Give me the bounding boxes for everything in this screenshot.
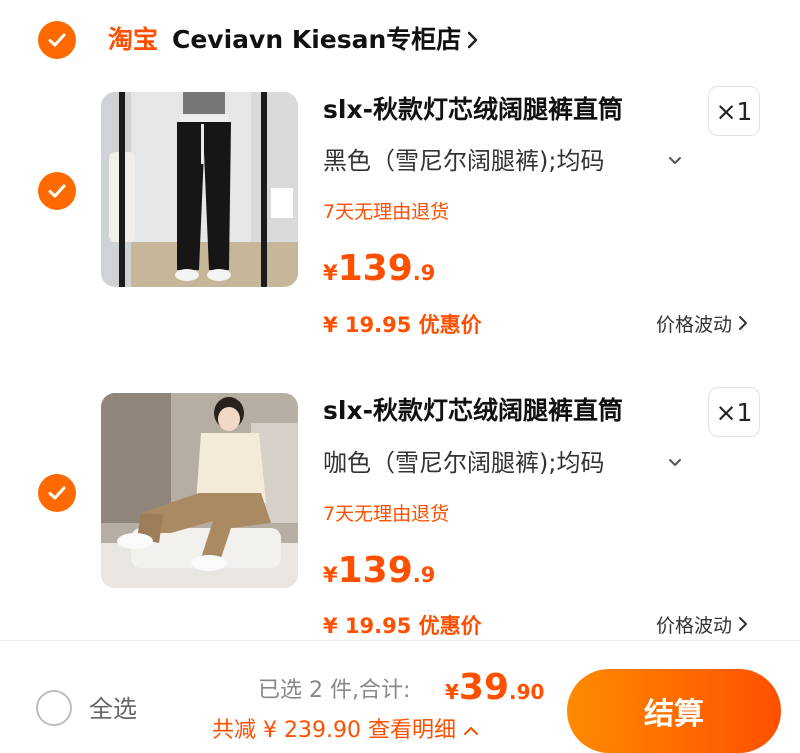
- chevron-right-icon: [739, 617, 748, 631]
- item-price: ¥139.9: [323, 549, 435, 599]
- cart-card: 淘宝 Ceviavn Kiesan专柜店 slx-秋款灯芯绒阔腿裤直筒 ×1 黑…: [0, 0, 800, 640]
- return-policy: 7天无理由退货: [323, 503, 450, 525]
- price-integer: 139: [337, 550, 413, 591]
- quantity-selector[interactable]: ×1: [708, 387, 760, 437]
- price-fluctuation-link[interactable]: 价格波动: [656, 611, 748, 641]
- checkout-button[interactable]: 结算: [567, 669, 781, 753]
- product-title[interactable]: slx-秋款灯芯绒阔腿裤直筒: [323, 393, 623, 429]
- chevron-right-icon: [739, 316, 748, 330]
- view-details-link[interactable]: 查看明细: [368, 718, 456, 743]
- promo-price: ¥ 19.95 优惠价: [323, 313, 482, 337]
- saving-amount: 共减 ¥ 239.90: [212, 718, 361, 743]
- product-thumbnail[interactable]: [101, 393, 298, 588]
- sku-selector[interactable]: 咖色（雪尼尔阔腿裤);均码: [323, 446, 604, 480]
- selected-summary: 已选 2 件,合计:: [258, 678, 411, 703]
- select-all-checkbox[interactable]: [36, 690, 72, 726]
- price-fluctuation-link[interactable]: 价格波动: [656, 310, 748, 340]
- price-fluctuation-label: 价格波动: [656, 314, 733, 336]
- checkout-bar: 全选 已选 2 件,合计: ¥39.90 共减 ¥ 239.90 查看明细 结算: [0, 640, 800, 753]
- cart-item: slx-秋款灯芯绒阔腿裤直筒 ×1 咖色（雪尼尔阔腿裤);均码 7天无理由退货 …: [0, 0, 800, 638]
- promo-price: ¥ 19.95 优惠价: [323, 614, 482, 638]
- price-fluctuation-label: 价格波动: [656, 615, 733, 637]
- total-integer: 39: [458, 667, 510, 708]
- total-decimal: .90: [509, 680, 545, 704]
- total-price: ¥39.90: [445, 665, 544, 717]
- item-select-checkbox[interactable]: [38, 474, 76, 512]
- price-currency: ¥: [323, 563, 338, 587]
- checkmark-icon: [48, 486, 66, 500]
- product-image-pants-brown: [101, 393, 298, 588]
- chevron-down-icon[interactable]: [668, 457, 682, 469]
- price-decimal: .9: [412, 563, 436, 587]
- chevron-up-icon: [463, 727, 478, 735]
- total-currency: ¥: [445, 680, 459, 704]
- select-all-label[interactable]: 全选: [89, 692, 137, 726]
- saving-row[interactable]: 共减 ¥ 239.90 查看明细: [212, 714, 479, 748]
